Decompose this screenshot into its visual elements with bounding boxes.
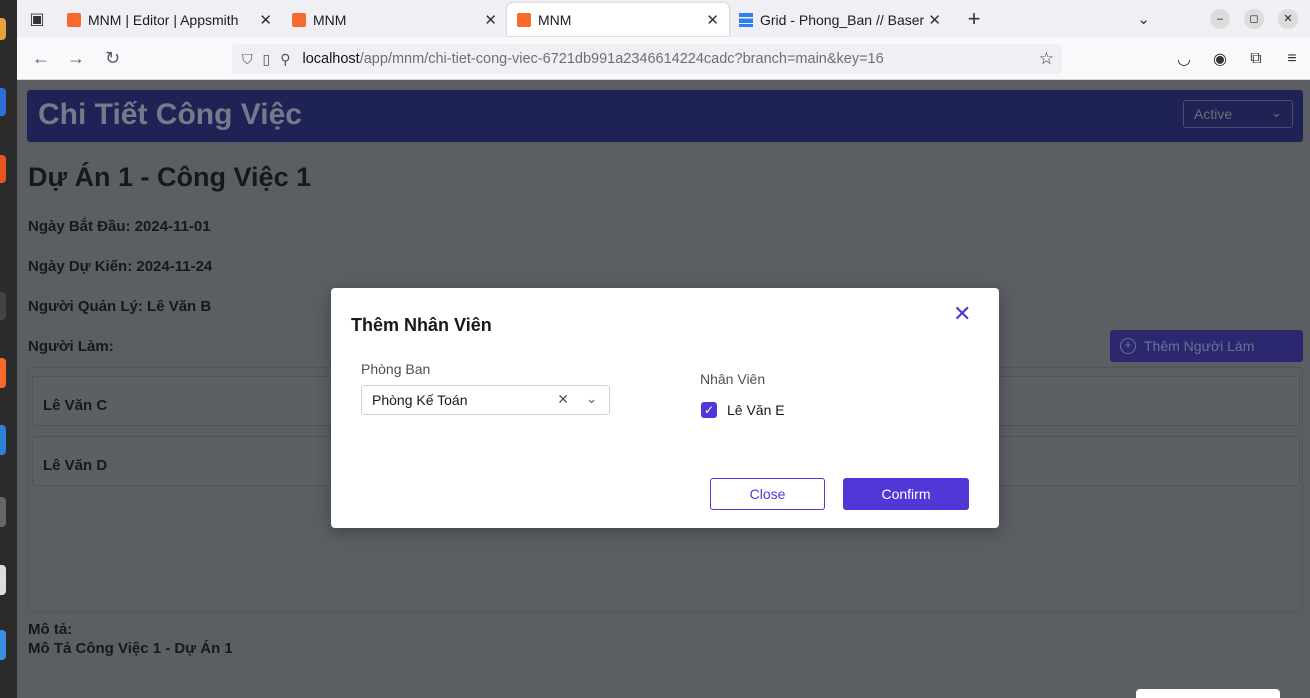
employee-option[interactable]: ✓ Lê Văn E (701, 402, 785, 418)
dock-app-icon[interactable] (0, 565, 6, 595)
account-icon[interactable]: ◉ (1202, 49, 1238, 69)
description-text: Mô Tả Công Việc 1 - Dự Án 1 (28, 640, 233, 657)
dock-app-icon[interactable] (0, 497, 6, 527)
department-value: Phòng Kế Toán (372, 392, 468, 408)
plus-circle-icon: + (1120, 338, 1136, 354)
forward-arrow-icon[interactable]: → (67, 48, 85, 69)
window-close-icon[interactable]: ✕ (1278, 8, 1298, 29)
partial-widget (1136, 689, 1280, 698)
tab-overview-icon[interactable]: ▣ (17, 0, 57, 37)
workers-label: Người Làm: (28, 338, 114, 355)
dock-app-icon[interactable] (0, 292, 6, 320)
extensions-icon[interactable]: ⧉ (1238, 50, 1274, 68)
appsmith-icon (292, 12, 306, 27)
pocket-icon[interactable]: ◡ (1166, 49, 1202, 69)
url-host: localhost (302, 51, 360, 67)
tab-appsmith-editor[interactable]: MNM | Editor | Appsmith ✕ (57, 3, 282, 36)
minimize-icon[interactable]: – (1210, 8, 1230, 29)
department-select[interactable]: Phòng Kế Toán ✕ ⌄ (361, 385, 610, 415)
dock-app-icon[interactable] (0, 425, 6, 455)
dock-app-icon[interactable] (0, 88, 6, 116)
dock-app-icon[interactable] (0, 358, 6, 388)
page-title: Chi Tiết Công Việc (38, 98, 302, 131)
start-date: Ngày Bắt Đầu: 2024-11-01 (28, 218, 211, 235)
tab-title: MNM (313, 11, 347, 28)
grid-icon (739, 12, 753, 27)
employee-option-label: Lê Văn E (727, 402, 785, 418)
tab-list-chevron-icon[interactable]: ⌄ (1137, 10, 1150, 28)
worker-name: Lê Văn C (43, 397, 108, 414)
close-icon[interactable]: ✕ (953, 303, 971, 325)
restore-icon[interactable]: ◻ (1244, 8, 1264, 29)
close-icon[interactable]: ✕ (484, 11, 497, 29)
chevron-down-icon: ⌄ (1271, 105, 1282, 120)
tab-grid-phong-ban[interactable]: Grid - Phong_Ban // Baser ✕ (729, 3, 951, 36)
add-employee-modal: Thêm Nhân Viên ✕ Phòng Ban Phòng Kế Toán… (331, 288, 999, 528)
appsmith-icon (67, 12, 81, 27)
browser-nav-bar: ← → ↻ ⛉ ▯ ⚲ localhost /app/mnm/chi-tiet-… (17, 37, 1310, 80)
page-header: Chi Tiết Công Việc Active ⌄ (27, 90, 1303, 142)
os-dock (0, 0, 17, 698)
dock-app-icon[interactable] (0, 155, 6, 183)
chevron-down-icon: ⌄ (586, 391, 597, 406)
tab-title: MNM (538, 11, 572, 28)
bookmark-star-icon[interactable]: ☆ (1039, 49, 1054, 69)
description-label: Mô tả: (28, 621, 73, 638)
shield-icon[interactable]: ⛉ (242, 51, 253, 68)
dock-app-icon[interactable] (0, 18, 6, 40)
confirm-button[interactable]: Confirm (843, 478, 969, 510)
permissions-icon[interactable]: ⚲ (280, 51, 290, 68)
add-worker-label: Thêm Người Làm (1144, 338, 1255, 354)
tab-mnm-active[interactable]: MNM ✕ (507, 3, 729, 36)
status-select[interactable]: Active ⌄ (1183, 100, 1293, 128)
back-arrow-icon[interactable]: ← (32, 48, 50, 69)
menu-icon[interactable]: ≡ (1274, 50, 1310, 68)
url-bar[interactable]: ⛉ ▯ ⚲ localhost /app/mnm/chi-tiet-cong-v… (232, 44, 1062, 74)
close-button[interactable]: Close (710, 478, 825, 510)
dock-app-icon[interactable] (0, 630, 6, 660)
project-title: Dự Án 1 - Công Việc 1 (28, 162, 312, 192)
browser-tab-bar: ▣ MNM | Editor | Appsmith ✕ MNM ✕ MNM ✕ … (17, 0, 1310, 37)
url-path: /app/mnm/chi-tiet-cong-viec-6721db991a23… (359, 51, 884, 67)
new-tab-button[interactable]: + (959, 6, 989, 32)
clear-icon[interactable]: ✕ (557, 391, 569, 408)
reload-icon[interactable]: ↻ (105, 48, 120, 69)
manager: Người Quản Lý: Lê Văn B (28, 298, 212, 315)
close-icon[interactable]: ✕ (706, 11, 719, 29)
appsmith-icon (517, 12, 531, 27)
worker-name: Lê Văn D (43, 457, 108, 474)
page-icon: ▯ (262, 50, 271, 67)
checkbox-checked-icon[interactable]: ✓ (701, 402, 717, 418)
close-icon[interactable]: ✕ (259, 11, 272, 29)
expected-date: Ngày Dự Kiến: 2024-11-24 (28, 258, 213, 275)
tab-mnm[interactable]: MNM ✕ (282, 3, 507, 36)
employee-label: Nhân Viên (700, 371, 766, 387)
modal-title: Thêm Nhân Viên (351, 315, 492, 335)
add-worker-button[interactable]: + Thêm Người Làm (1110, 330, 1303, 362)
tab-title: Grid - Phong_Ban // Baser (760, 11, 925, 28)
tab-title: MNM | Editor | Appsmith (88, 11, 239, 28)
status-value: Active (1194, 106, 1233, 122)
close-icon[interactable]: ✕ (928, 11, 941, 29)
department-label: Phòng Ban (361, 361, 431, 377)
